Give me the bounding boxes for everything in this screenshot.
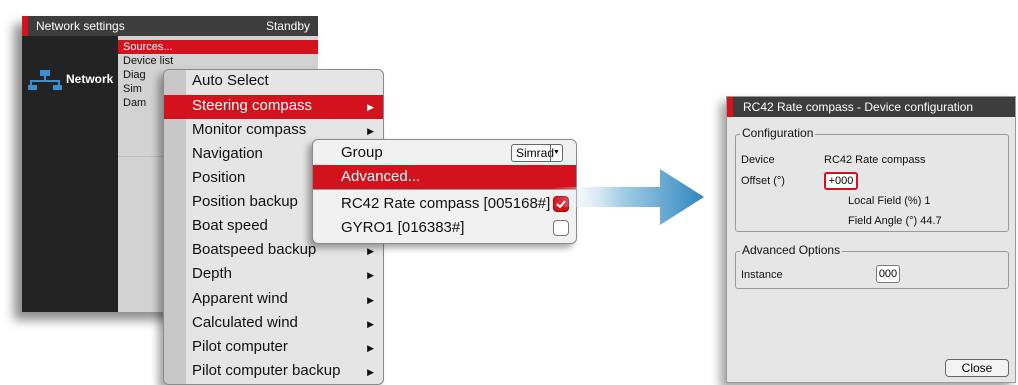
menu-item-depth[interactable]: Depth ▶ [164, 263, 383, 287]
device-list-item[interactable]: Device list [118, 54, 318, 68]
group-dropdown[interactable]: Simrad ▼ [511, 144, 563, 162]
menu-item-label: Calculated wind [192, 314, 298, 331]
chevron-right-icon: ▶ [367, 126, 374, 136]
menu-item-label: Boatspeed backup [192, 241, 317, 258]
field-angle-readout: Field Angle (°) 44.7 [848, 215, 942, 227]
offset-input[interactable]: +000 [824, 172, 858, 190]
device-label: GYRO1 [016383#] [341, 219, 465, 236]
dialog-titlebar: RC42 Rate compass - Device configuration [727, 97, 1015, 117]
menu-item-label: Monitor compass [192, 121, 307, 138]
menu-item-steering-compass[interactable]: Steering compass ▶ [164, 95, 383, 119]
group-dropdown-value: Simrad [516, 146, 555, 160]
advanced-label: Advanced... [341, 168, 421, 185]
device-submenu: Group Simrad ▼ Advanced... RC42 Rate com… [312, 139, 577, 244]
device-value: RC42 Rate compass [824, 154, 926, 166]
network-settings-title: Network settings [36, 19, 125, 33]
menu-item-label: Pilot computer backup [192, 362, 341, 379]
device-configuration-dialog: RC42 Rate compass - Device configuration… [726, 96, 1016, 383]
chevron-right-icon: ▶ [367, 102, 374, 112]
title-accent [727, 97, 733, 117]
chevron-right-icon: ▶ [367, 295, 374, 305]
menu-item-label: Depth [192, 265, 233, 282]
menu-item-auto-select[interactable]: Auto Select [164, 70, 383, 94]
menu-item-pilot-computer-backup[interactable]: Pilot computer backup ▶ [164, 360, 383, 384]
menu-item-label: Boat speed [192, 217, 268, 234]
title-accent [22, 16, 28, 36]
configuration-legend: Configuration [740, 126, 816, 140]
menu-item-calculated-wind[interactable]: Calculated wind ▶ [164, 312, 383, 336]
sources-item[interactable]: Sources... [118, 40, 318, 54]
chevron-right-icon: ▶ [367, 343, 374, 353]
menu-item-label: Steering compass [192, 97, 313, 114]
device-row-gyro1[interactable]: GYRO1 [016383#] [313, 216, 576, 240]
menu-item-label: Apparent wind [192, 290, 288, 307]
chevron-right-icon: ▶ [367, 367, 374, 377]
menu-item-label: Auto Select [192, 72, 269, 89]
menu-item-label: Pilot computer [192, 338, 288, 355]
offset-label: Offset (°) [741, 175, 785, 187]
menu-item-label: Position backup [192, 193, 298, 210]
menu-item-label: Navigation [192, 145, 263, 162]
group-row: Group Simrad ▼ [313, 141, 576, 165]
instance-input[interactable]: 000 [876, 265, 900, 283]
close-button[interactable]: Close [945, 359, 1009, 377]
menu-item-pilot-computer[interactable]: Pilot computer ▶ [164, 336, 383, 360]
flow-arrow-icon [552, 169, 704, 225]
chevron-right-icon: ▶ [367, 270, 374, 280]
chevron-right-icon: ▶ [367, 319, 374, 329]
device-row-rc42[interactable]: RC42 Rate compass [005168#] [313, 192, 576, 216]
dialog-title: RC42 Rate compass - Device configuration [743, 100, 974, 114]
advanced-options-legend: Advanced Options [740, 243, 843, 257]
device-label: Device [741, 154, 775, 166]
local-field-readout: Local Field (%) 1 [848, 195, 931, 207]
network-icon [28, 70, 62, 90]
group-label: Group [341, 144, 383, 161]
menu-item-label: Position [192, 169, 246, 186]
chevron-right-icon: ▶ [367, 246, 374, 256]
instance-label: Instance [741, 269, 783, 281]
network-settings-titlebar: Network settings Standby [22, 16, 318, 36]
device-label: RC42 Rate compass [005168#] [341, 195, 551, 212]
sidebar-item-network[interactable]: Network [66, 72, 113, 86]
advanced-item[interactable]: Advanced... [313, 165, 576, 189]
sidebar: Network [22, 36, 118, 312]
status-label: Standby [265, 19, 310, 33]
submenu-separator [313, 189, 576, 190]
chevron-down-icon: ▼ [550, 145, 562, 161]
menu-item-apparent-wind[interactable]: Apparent wind ▶ [164, 288, 383, 312]
